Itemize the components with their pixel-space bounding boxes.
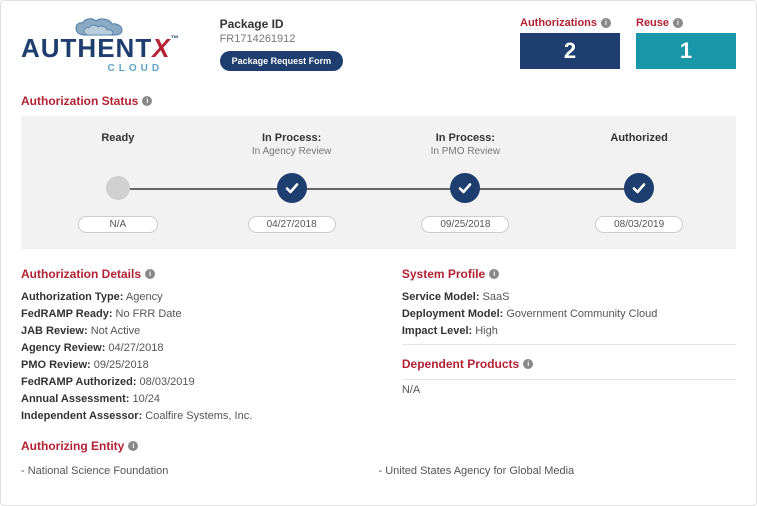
detail-row: FedRAMP Ready: No FRR Date <box>21 306 372 323</box>
detail-value: Coalfire Systems, Inc. <box>142 410 252 422</box>
dependent-products-title: Dependent Products i <box>402 357 736 371</box>
status-step: Authorized 08/03/2019 <box>552 132 726 233</box>
status-panel: Ready N/AIn Process:In Agency Review04/2… <box>21 116 736 249</box>
divider <box>402 379 736 380</box>
authorizations-label: Authorizations <box>520 17 597 29</box>
detail-row: Service Model: SaaS <box>402 289 736 306</box>
authorization-status-title: Authorization Status i <box>21 94 736 108</box>
authorizations-metric: Authorizations i 2 <box>520 17 620 69</box>
status-date-pill: N/A <box>78 216 158 233</box>
detail-value: 10/24 <box>129 393 160 405</box>
system-profile-title: System Profile i <box>402 267 736 281</box>
info-icon[interactable]: i <box>142 96 152 106</box>
divider <box>402 344 736 345</box>
status-step-sublabel <box>31 146 205 160</box>
detail-key: Independent Assessor: <box>21 410 142 422</box>
detail-key: Deployment Model: <box>402 308 503 320</box>
header-row: AUTHENTX™ CLOUD Package ID FR1714261912 … <box>21 17 736 74</box>
status-date-pill: 04/27/2018 <box>248 216 336 233</box>
info-icon[interactable]: i <box>601 18 611 28</box>
detail-key: PMO Review: <box>21 359 91 371</box>
package-block: Package ID FR1714261912 Package Request … <box>220 17 504 71</box>
status-step: In Process:In Agency Review 04/27/2018 <box>205 132 379 233</box>
package-request-button[interactable]: Package Request Form <box>220 51 344 71</box>
status-date-pill: 09/25/2018 <box>421 216 509 233</box>
package-id-value: FR1714261912 <box>220 33 504 45</box>
package-id-label: Package ID <box>220 17 504 31</box>
logo: AUTHENTX™ CLOUD <box>21 17 180 74</box>
detail-value: High <box>472 325 498 337</box>
info-icon[interactable]: i <box>523 359 533 369</box>
status-step-label: Ready <box>31 132 205 146</box>
empty-circle-icon <box>106 176 130 200</box>
detail-value: SaaS <box>480 291 510 303</box>
authorization-details-title: Authorization Details i <box>21 267 372 281</box>
checkmark-icon <box>450 173 480 203</box>
detail-key: FedRAMP Ready: <box>21 308 112 320</box>
detail-value: Agency <box>123 291 162 303</box>
connector-line <box>465 188 639 190</box>
entity-item: - United States Agency for Global Media <box>379 465 737 477</box>
status-step: Ready N/A <box>31 132 205 233</box>
dependent-products-value: N/A <box>402 384 736 396</box>
status-step-label: Authorized <box>552 132 726 146</box>
status-step-sublabel <box>552 146 726 160</box>
detail-key: Impact Level: <box>402 325 472 337</box>
detail-value: Not Active <box>88 325 141 337</box>
reuse-value: 1 <box>636 33 736 69</box>
page-container: AUTHENTX™ CLOUD Package ID FR1714261912 … <box>0 0 757 506</box>
status-date-pill: 08/03/2019 <box>595 216 683 233</box>
detail-key: Service Model: <box>402 291 480 303</box>
reuse-metric: Reuse i 1 <box>636 17 736 69</box>
detail-row: FedRAMP Authorized: 08/03/2019 <box>21 374 372 391</box>
logo-subtext: CLOUD <box>108 63 164 74</box>
detail-key: Authorization Type: <box>21 291 123 303</box>
info-icon[interactable]: i <box>145 269 155 279</box>
status-step: In Process:In PMO Review 09/25/2018 <box>379 132 553 233</box>
detail-row: Authorization Type: Agency <box>21 289 372 306</box>
detail-value: 08/03/2019 <box>137 376 195 388</box>
connector-line <box>292 188 466 190</box>
detail-value: 09/25/2018 <box>91 359 149 371</box>
checkmark-icon <box>277 173 307 203</box>
status-step-label: In Process: <box>379 132 553 146</box>
detail-key: Agency Review: <box>21 342 105 354</box>
detail-row: JAB Review: Not Active <box>21 323 372 340</box>
detail-row: PMO Review: 09/25/2018 <box>21 357 372 374</box>
status-step-sublabel: In Agency Review <box>205 146 379 160</box>
connector-line <box>118 188 292 190</box>
authorizing-entity-list: - National Science Foundation - United S… <box>21 465 736 477</box>
detail-row: Agency Review: 04/27/2018 <box>21 340 372 357</box>
detail-value: No FRR Date <box>112 308 181 320</box>
info-icon[interactable]: i <box>128 441 138 451</box>
authorizing-entity-title: Authorizing Entity i <box>21 439 372 453</box>
authorizations-value: 2 <box>520 33 620 69</box>
info-icon[interactable]: i <box>673 18 683 28</box>
detail-value: 04/27/2018 <box>105 342 163 354</box>
entity-item: - National Science Foundation <box>21 465 379 477</box>
detail-value: Government Community Cloud <box>503 308 657 320</box>
info-icon[interactable]: i <box>489 269 499 279</box>
detail-key: JAB Review: <box>21 325 88 337</box>
checkmark-icon <box>624 173 654 203</box>
logo-text: AUTHENTX™ <box>21 35 180 61</box>
detail-row: Annual Assessment: 10/24 <box>21 391 372 408</box>
detail-key: FedRAMP Authorized: <box>21 376 137 388</box>
reuse-label: Reuse <box>636 17 669 29</box>
detail-row: Impact Level: High <box>402 323 736 340</box>
details-columns: Authorization Details i Authorization Ty… <box>21 267 736 461</box>
detail-row: Deployment Model: Government Community C… <box>402 306 736 323</box>
status-step-sublabel: In PMO Review <box>379 146 553 160</box>
detail-row: Independent Assessor: Coalfire Systems, … <box>21 408 372 425</box>
detail-key: Annual Assessment: <box>21 393 129 405</box>
status-step-label: In Process: <box>205 132 379 146</box>
